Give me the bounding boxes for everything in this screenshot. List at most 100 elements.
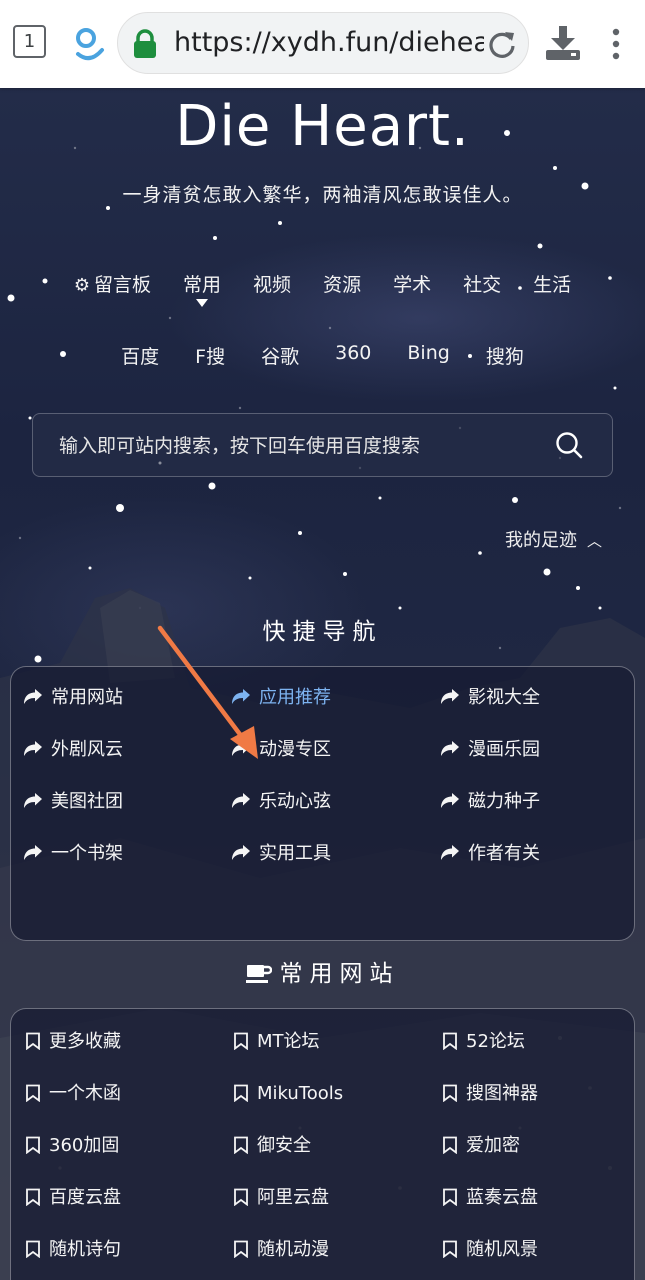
bookmark-icon (443, 1240, 457, 1258)
site-link-label: MT论坛 (257, 1031, 320, 1052)
nav-item-life[interactable]: 生活 (517, 270, 587, 297)
quick-nav-link-label: 漫画乐园 (468, 739, 540, 760)
site-link[interactable]: 随机动漫 (233, 1235, 329, 1265)
bookmark-icon (26, 1240, 40, 1258)
tab-count-button[interactable]: 1 (13, 25, 46, 58)
site-link-label: 御安全 (257, 1135, 311, 1156)
quick-nav-link[interactable]: 乐动心弦 (231, 787, 331, 817)
nav-item-academic[interactable]: 学术 (377, 270, 447, 297)
share-arrow-icon (232, 845, 250, 860)
footprint-label: 我的足迹 (505, 530, 577, 551)
site-link[interactable]: 随机诗句 (25, 1235, 121, 1265)
site-subtitle: 一身清贫怎敢入繁华，两袖清风怎敢误佳人。 (122, 184, 523, 206)
site-link-label: 随机动漫 (257, 1239, 329, 1260)
nav-item-label: 资源 (323, 274, 362, 296)
site-link[interactable]: 阿里云盘 (233, 1183, 329, 1213)
site-link[interactable]: 随机风景 (442, 1235, 538, 1265)
annotation-arrow-icon (157, 625, 258, 759)
nav-item-guestbook[interactable]: ⚙ 留言板 (58, 270, 167, 297)
download-icon[interactable] (545, 24, 581, 62)
nav-item-common[interactable]: 常用 (167, 270, 237, 307)
nav-item-label: 常用 (183, 274, 222, 296)
engine-360[interactable]: 360 (317, 342, 389, 369)
site-link[interactable]: 蓝奏云盘 (442, 1183, 538, 1213)
bookmark-icon (234, 1240, 248, 1258)
chevron-up-icon: ︿ (587, 532, 603, 550)
address-bar[interactable]: https://xydh.fun/dieheart (117, 12, 529, 74)
site-link[interactable]: 更多收藏 (25, 1027, 121, 1057)
share-arrow-icon (24, 793, 42, 808)
engine-google[interactable]: 谷歌 (243, 342, 317, 369)
site-link-label: 52论坛 (466, 1031, 525, 1052)
quick-nav-link[interactable]: 一个书架 (23, 839, 123, 869)
site-link-label: 搜图神器 (466, 1083, 538, 1104)
search-box (32, 413, 613, 478)
site-link[interactable]: 御安全 (233, 1131, 311, 1161)
bookmark-icon (234, 1136, 248, 1154)
quick-nav-link-label: 实用工具 (259, 843, 331, 864)
share-arrow-icon (24, 689, 42, 704)
site-link[interactable]: 360加固 (25, 1131, 119, 1161)
quick-nav-link[interactable]: 磁力种子 (440, 787, 540, 817)
engine-fsou[interactable]: F搜 (177, 342, 243, 369)
bookmark-icon (26, 1084, 40, 1102)
site-link[interactable]: 52论坛 (442, 1027, 525, 1057)
reload-icon[interactable] (487, 29, 517, 59)
browser-logo-icon[interactable] (72, 26, 106, 62)
site-link[interactable]: 搜图神器 (442, 1079, 538, 1109)
nav-item-label: 学术 (393, 274, 432, 296)
quick-nav-link[interactable]: 作者有关 (440, 839, 540, 869)
category-nav: ⚙ 留言板 常用 视频 资源 学术 社交 生活 (0, 270, 645, 307)
bookmark-icon (26, 1136, 40, 1154)
quick-nav-link-label: 外剧风云 (51, 739, 123, 760)
share-arrow-icon (24, 741, 42, 756)
site-link-label: 百度云盘 (49, 1187, 121, 1208)
engine-sogou[interactable]: 搜狗 (468, 342, 542, 369)
share-arrow-icon (232, 793, 250, 808)
url-text[interactable]: https://xydh.fun/dieheart (174, 13, 484, 73)
quick-nav-link[interactable]: 常用网站 (23, 683, 123, 713)
site-link[interactable]: MT论坛 (233, 1027, 320, 1057)
site-link[interactable]: MikuTools (233, 1079, 343, 1109)
site-link-label: MikuTools (257, 1083, 344, 1104)
quick-nav-link-label: 美图社团 (51, 791, 123, 812)
browser-toolbar: 1 https://xydh.fun/dieheart (0, 0, 645, 88)
quick-nav-link-label: 乐动心弦 (259, 791, 331, 812)
quick-nav-link[interactable]: 实用工具 (231, 839, 331, 869)
quick-nav-link-label: 常用网站 (51, 687, 123, 708)
engine-baidu[interactable]: 百度 (103, 342, 177, 369)
bookmark-icon (443, 1136, 457, 1154)
engine-bing[interactable]: Bing (389, 342, 467, 369)
share-arrow-icon (441, 845, 459, 860)
site-link-label: 阿里云盘 (257, 1187, 329, 1208)
quick-nav-link[interactable]: 外剧风云 (23, 735, 123, 765)
nav-item-label: 生活 (533, 274, 572, 296)
quick-nav-link[interactable]: 影视大全 (440, 683, 540, 713)
coffee-cup-icon (245, 965, 272, 983)
nav-item-video[interactable]: 视频 (237, 270, 307, 297)
site-link[interactable]: 一个木函 (25, 1079, 121, 1109)
bookmark-icon (443, 1188, 457, 1206)
quick-nav-link-label: 磁力种子 (468, 791, 540, 812)
search-icon[interactable] (555, 431, 583, 459)
site-link-label: 爱加密 (466, 1135, 520, 1156)
share-arrow-icon (441, 793, 459, 808)
gear-icon: ⚙ (73, 275, 91, 296)
common-sites-title-row: 常用网站 (0, 954, 645, 988)
search-input[interactable] (57, 414, 541, 478)
common-sites-card: 更多收藏 MT论坛 52论坛一个木函 MikuTools 搜图神器 360加固 御安全 爱加密… (10, 1008, 635, 1280)
web-page: Die Heart. 一身清贫怎敢入繁华，两袖清风怎敢误佳人。 ⚙ 留言板 常用 … (0, 88, 645, 1280)
site-link[interactable]: 百度云盘 (25, 1183, 121, 1213)
bookmark-icon (234, 1188, 248, 1206)
quick-nav-link[interactable]: 漫画乐园 (440, 735, 540, 765)
more-menu-icon[interactable] (607, 27, 625, 61)
site-link-label: 蓝奏云盘 (466, 1187, 538, 1208)
site-link[interactable]: 爱加密 (442, 1131, 520, 1161)
nav-item-label: 社交 (463, 274, 502, 296)
nav-item-resources[interactable]: 资源 (307, 270, 377, 297)
nav-item-label: 留言板 (94, 274, 152, 296)
common-sites-title: 常用网站 (279, 961, 400, 987)
quick-nav-link[interactable]: 美图社团 (23, 787, 123, 817)
footprint-toggle[interactable]: 我的足迹 ︿ (505, 526, 602, 552)
nav-item-social[interactable]: 社交 (447, 270, 517, 297)
